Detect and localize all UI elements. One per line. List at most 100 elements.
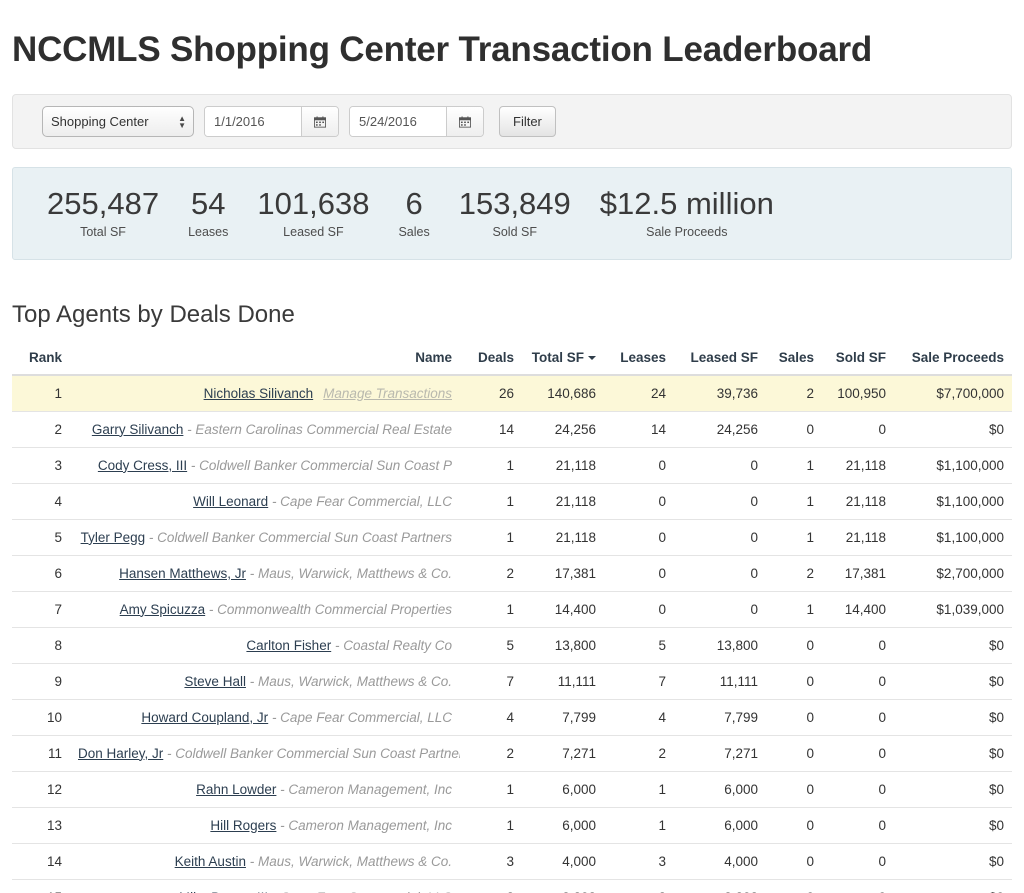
cell-sale-proceeds: $2,700,000 [894,555,1012,592]
table-body: 1 Nicholas Silivanch Manage Transactions 26… [12,374,1012,893]
cell-total-sf: 24,256 [522,411,604,448]
agent-name-link[interactable]: Keith Austin [175,854,246,869]
agent-name-link[interactable]: Will Leonard [193,494,268,509]
page-title: NCCMLS Shopping Center Transaction Leade… [12,30,873,70]
agent-name-link[interactable]: Cody Cress, III [98,458,187,473]
cell-total-sf: 6,000 [522,807,604,844]
cell-deals: 2 [460,735,522,772]
column-header-rank[interactable]: Rank [12,349,70,376]
stat-label: Sold SF [492,224,537,239]
cell-sale-proceeds: $1,039,000 [894,591,1012,628]
agent-firm-label: - Commonwealth Commercial Properties [205,601,452,617]
cell-sold-sf: 0 [822,807,894,844]
cell-leased-sf: 0 [674,519,766,556]
column-header-deals[interactable]: Deals [460,349,522,376]
agent-name-link[interactable]: Carlton Fisher [246,638,331,653]
cell-leases: 0 [604,519,674,556]
agent-name-link[interactable]: Garry Silivanch [92,422,184,437]
stat-value: 255,487 [47,186,160,222]
stat-leases: 54 Leases [188,188,228,239]
cell-total-sf: 11,111 [522,663,604,700]
cell-leased-sf: 24,256 [674,411,766,448]
end-date-calendar-button[interactable] [446,107,483,137]
cell-total-sf: 21,118 [522,519,604,556]
leaderboard-table: Rank Name Deals Total SF Leases Leased S… [12,349,1012,893]
start-date-calendar-button[interactable] [301,107,338,137]
cell-sale-proceeds: $0 [894,663,1012,700]
cell-leased-sf: 11,111 [674,663,766,700]
cell-leases: 14 [604,411,674,448]
column-header-sold-sf[interactable]: Sold SF [822,349,894,376]
table-row: 15Mike Brown, III - Cape Fear Commercial… [12,879,1012,893]
stat-value: 54 [190,186,226,222]
cell-sales: 1 [766,519,822,556]
column-header-sales[interactable]: Sales [766,349,822,376]
cell-name: Hansen Matthews, Jr - Maus, Warwick, Mat… [70,555,460,592]
start-date-group [204,106,339,138]
cell-total-sf: 17,381 [522,555,604,592]
cell-deals: 14 [460,411,522,448]
cell-sold-sf: 0 [822,627,894,664]
cell-sold-sf: 0 [822,699,894,736]
cell-leases: 5 [604,627,674,664]
cell-total-sf: 13,800 [522,627,604,664]
column-header-total-sf[interactable]: Total SF [522,349,604,376]
cell-leases: 2 [604,879,674,893]
cell-sale-proceeds: $0 [894,807,1012,844]
cell-name: Garry Silivanch - Eastern Carolinas Comm… [70,411,460,448]
column-header-sale-proceeds[interactable]: Sale Proceeds [894,349,1012,376]
agent-name-link[interactable]: Howard Coupland, Jr [141,710,268,725]
cell-sold-sf: 0 [822,735,894,772]
cell-leases: 1 [604,807,674,844]
cell-leased-sf: 4,000 [674,843,766,880]
cell-deals: 1 [460,483,522,520]
start-date-input[interactable] [205,107,301,137]
column-header-name[interactable]: Name [70,349,460,376]
agent-name-link[interactable]: Don Harley, Jr [78,746,163,761]
agent-name-link[interactable]: Rahn Lowder [196,782,276,797]
end-date-input[interactable] [350,107,446,137]
cell-name: Steve Hall - Maus, Warwick, Matthews & C… [70,663,460,700]
stat-value: 6 [405,186,423,222]
stat-value: $12.5 million [599,186,774,222]
section-title: Top Agents by Deals Done [12,301,295,329]
cell-sold-sf: 0 [822,663,894,700]
cell-sales: 0 [766,627,822,664]
cell-leased-sf: 0 [674,447,766,484]
leaderboard-table-wrapper: Rank Name Deals Total SF Leases Leased S… [12,349,1012,893]
agent-name-link[interactable]: Nicholas Silivanch [204,386,314,401]
column-header-leased-sf[interactable]: Leased SF [674,349,766,376]
cell-leases: 3 [604,843,674,880]
cell-sales: 0 [766,879,822,893]
cell-deals: 1 [460,807,522,844]
cell-rank: 11 [12,735,70,772]
agent-name-link[interactable]: Hill Rogers [210,818,276,833]
agent-name-link[interactable]: Amy Spicuzza [120,602,206,617]
cell-total-sf: 21,118 [522,483,604,520]
cell-total-sf: 4,000 [522,843,604,880]
agent-name-link[interactable]: Steve Hall [184,674,246,689]
column-header-leases[interactable]: Leases [604,349,674,376]
filter-button[interactable]: Filter [499,106,556,138]
cell-sales: 0 [766,735,822,772]
agent-name-link[interactable]: Hansen Matthews, Jr [119,566,246,581]
cell-leases: 0 [604,555,674,592]
cell-deals: 1 [460,447,522,484]
table-row: 6 Hansen Matthews, Jr - Maus, Warwick, Ma… [12,555,1012,592]
cell-sold-sf: 14,400 [822,591,894,628]
agent-name-link[interactable]: Tyler Pegg [81,530,146,545]
cell-leased-sf: 3,203 [674,879,766,893]
agent-firm-label: - Coldwell Banker Commercial Sun Coast P [187,457,452,473]
table-row: 2 Garry Silivanch - Eastern Carolinas Com… [12,411,1012,448]
cell-rank: 1 [12,374,70,412]
cell-sale-proceeds: $0 [894,843,1012,880]
table-row: 13 Hill Rogers - Cameron Management, Inc 1… [12,807,1012,844]
cell-leases: 0 [604,591,674,628]
cell-rank: 5 [12,519,70,556]
agent-firm-label: - Maus, Warwick, Matthews & Co. [245,565,452,581]
cell-total-sf: 7,799 [522,699,604,736]
table-row: 10 Howard Coupland, Jr - Cape Fear Commer… [12,699,1012,736]
stat-label: Leases [188,224,229,239]
manage-transactions-link[interactable]: Manage Transactions [323,386,452,401]
property-type-select[interactable]: Shopping Center [42,106,194,138]
